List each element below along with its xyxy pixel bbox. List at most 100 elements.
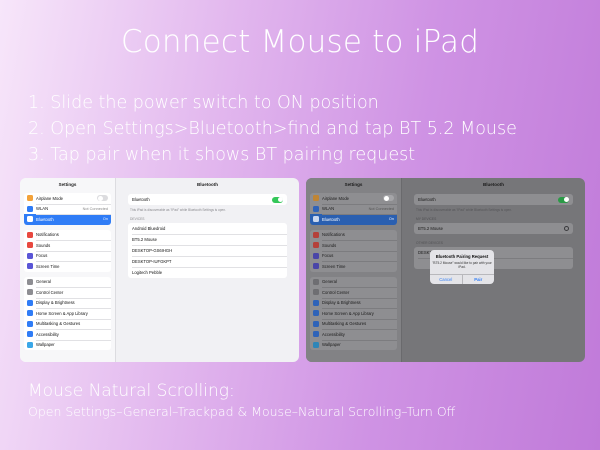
sidebar-item-sounds[interactable]: Sounds bbox=[310, 240, 397, 251]
natural-scrolling-path: Open Settings–General–Trackpad & Mouse–N… bbox=[28, 404, 456, 419]
sidebar-item-wlan[interactable]: WLAN Not Connected bbox=[24, 203, 111, 215]
bluetooth-status: On bbox=[388, 217, 394, 222]
sidebar-item-label: Airplane Mode bbox=[322, 195, 350, 201]
home-screen-icon bbox=[27, 310, 33, 317]
sidebar-item-label: Sounds bbox=[322, 242, 337, 248]
control-center-icon bbox=[313, 289, 319, 296]
device-item[interactable]: DESKTOP-GS6IHGH bbox=[128, 245, 287, 256]
device-name: DESKTOP-IUFGKPT bbox=[132, 259, 172, 264]
bluetooth-toggle-card: Bluetooth bbox=[414, 194, 573, 205]
control-center-icon bbox=[27, 289, 33, 296]
sidebar-item-home-screen[interactable]: Home Screen & App Library bbox=[24, 308, 111, 319]
sidebar-item-control-center[interactable]: Control Center bbox=[24, 287, 111, 298]
sidebar-item-notifications[interactable]: Notifications bbox=[24, 230, 111, 241]
sidebar-item-airplane-mode[interactable]: Airplane Mode bbox=[310, 193, 397, 204]
sidebar-item-screen-time[interactable]: Screen Time bbox=[24, 261, 111, 272]
device-name: BT5.2 Mouse bbox=[418, 226, 443, 231]
sidebar-item-label: Multitasking & Gestures bbox=[322, 321, 367, 327]
bluetooth-pane: Bluetooth Bluetooth This iPad is discove… bbox=[402, 178, 585, 362]
sidebar-item-home-screen[interactable]: Home Screen & App Library bbox=[310, 308, 397, 319]
wlan-status: Not Connected bbox=[82, 206, 108, 211]
settings-sidebar: Settings Airplane Mode WLAN Not Connecte… bbox=[306, 178, 402, 362]
device-item[interactable]: Logitech Pebble bbox=[128, 267, 287, 278]
sidebar-item-label: Display & Brightness bbox=[36, 300, 75, 306]
wifi-icon bbox=[27, 205, 33, 212]
sidebar-item-multitasking[interactable]: Multitasking & Gestures bbox=[310, 318, 397, 330]
dialog-message: "BT5.2 Mouse" would like to pair with yo… bbox=[432, 260, 492, 269]
bluetooth-toggle-card: Bluetooth bbox=[128, 194, 287, 205]
sidebar-item-wlan[interactable]: WLAN Not Connected bbox=[310, 203, 397, 215]
device-item[interactable]: Android Bluedroid bbox=[128, 223, 287, 234]
sidebar-title: Settings bbox=[58, 182, 77, 187]
sidebar-item-label: Sounds bbox=[36, 242, 51, 248]
sidebar-item-focus[interactable]: Focus bbox=[310, 250, 397, 262]
sidebar-item-control-center[interactable]: Control Center bbox=[310, 287, 397, 298]
sidebar-item-bluetooth[interactable]: Bluetooth On bbox=[24, 214, 111, 225]
sidebar-item-general[interactable]: General bbox=[24, 277, 111, 288]
step-2: 2. Open Settings>Bluetooth>find and tap … bbox=[28, 119, 517, 139]
sidebar-item-accessibility[interactable]: Accessibility bbox=[310, 329, 397, 340]
bluetooth-label: Bluetooth bbox=[418, 197, 436, 202]
cancel-button[interactable]: Cancel bbox=[430, 275, 462, 284]
sidebar-item-label: Notifications bbox=[322, 232, 345, 238]
step-3: 3. Tap pair when it shows BT pairing req… bbox=[28, 145, 416, 165]
steps-list: 1. Slide the power switch to ON position… bbox=[28, 90, 517, 168]
natural-scrolling-section: Mouse Natural Scrolling: Open Settings–G… bbox=[28, 380, 455, 421]
gear-icon bbox=[313, 278, 319, 285]
sidebar-item-wallpaper[interactable]: Wallpaper bbox=[310, 339, 397, 351]
sidebar-item-label: Bluetooth bbox=[322, 216, 340, 222]
sidebar-item-label: Home Screen & App Library bbox=[36, 310, 88, 316]
sidebar-item-label: General bbox=[322, 279, 337, 285]
wallpaper-icon bbox=[313, 341, 319, 348]
step-1: 1. Slide the power switch to ON position bbox=[28, 93, 379, 113]
sidebar-item-screen-time[interactable]: Screen Time bbox=[310, 261, 397, 272]
device-item[interactable]: BT5.2 Mouse bbox=[128, 234, 287, 245]
sidebar-item-multitasking[interactable]: Multitasking & Gestures bbox=[24, 318, 111, 330]
sidebar-item-wallpaper[interactable]: Wallpaper bbox=[24, 339, 111, 351]
devices-list: Android Bluedroid BT5.2 Mouse DESKTOP-GS… bbox=[128, 223, 287, 278]
multitasking-icon bbox=[27, 320, 33, 327]
sidebar-group-connectivity: Airplane Mode WLAN Not Connected Bluetoo… bbox=[310, 193, 397, 225]
sidebar-item-focus[interactable]: Focus bbox=[24, 250, 111, 262]
screen-time-icon bbox=[313, 263, 319, 270]
bluetooth-pane: Bluetooth Bluetooth This iPad is discove… bbox=[116, 178, 299, 362]
notifications-icon bbox=[313, 231, 319, 238]
sidebar-item-airplane-mode[interactable]: Airplane Mode bbox=[24, 193, 111, 204]
airplane-mode-toggle[interactable] bbox=[97, 195, 108, 202]
sidebar-group-connectivity: Airplane Mode WLAN Not Connected Bluetoo… bbox=[24, 193, 111, 225]
devices-header: DEVICES bbox=[130, 217, 145, 221]
dialog-title: Bluetooth Pairing Request bbox=[435, 254, 489, 259]
sidebar-item-bluetooth[interactable]: Bluetooth On bbox=[310, 214, 397, 225]
sidebar-item-display[interactable]: Display & Brightness bbox=[24, 297, 111, 309]
gear-icon bbox=[27, 278, 33, 285]
sidebar-item-accessibility[interactable]: Accessibility bbox=[24, 329, 111, 340]
wlan-status: Not Connected bbox=[368, 206, 394, 211]
focus-icon bbox=[313, 252, 319, 259]
sidebar-item-general[interactable]: General bbox=[310, 277, 397, 288]
device-name: Android Bluedroid bbox=[132, 226, 166, 231]
wifi-icon bbox=[313, 205, 319, 212]
info-icon[interactable] bbox=[564, 226, 569, 231]
other-devices-header: OTHER DEVICES bbox=[416, 241, 443, 245]
sidebar-item-label: Notifications bbox=[36, 232, 59, 238]
bluetooth-status: On bbox=[102, 217, 108, 222]
airplane-mode-toggle[interactable] bbox=[383, 195, 394, 202]
sidebar-group-general: General Control Center Display & Brightn… bbox=[310, 276, 397, 351]
sidebar-item-display[interactable]: Display & Brightness bbox=[310, 297, 397, 309]
sidebar-item-label: Control Center bbox=[36, 289, 64, 295]
pair-button[interactable]: Pair bbox=[461, 275, 495, 284]
device-item[interactable]: BT5.2 Mouse bbox=[414, 223, 573, 234]
multitasking-icon bbox=[313, 320, 319, 327]
pairing-request-dialog: Bluetooth Pairing Request "BT5.2 Mouse" … bbox=[430, 250, 494, 284]
bluetooth-toggle[interactable] bbox=[558, 196, 569, 203]
sidebar-item-label: Focus bbox=[36, 253, 48, 259]
bluetooth-toggle[interactable] bbox=[272, 196, 283, 203]
sidebar-item-label: General bbox=[36, 279, 51, 285]
bluetooth-icon bbox=[27, 216, 33, 223]
sidebar-item-sounds[interactable]: Sounds bbox=[24, 240, 111, 251]
sidebar-item-label: WLAN bbox=[322, 206, 335, 212]
sidebar-item-notifications[interactable]: Notifications bbox=[310, 230, 397, 241]
sidebar-item-label: Accessibility bbox=[36, 331, 59, 337]
device-item[interactable]: DESKTOP-IUFGKPT bbox=[128, 256, 287, 267]
discoverable-note: This iPad is discoverable as "iPad" whil… bbox=[130, 208, 226, 212]
